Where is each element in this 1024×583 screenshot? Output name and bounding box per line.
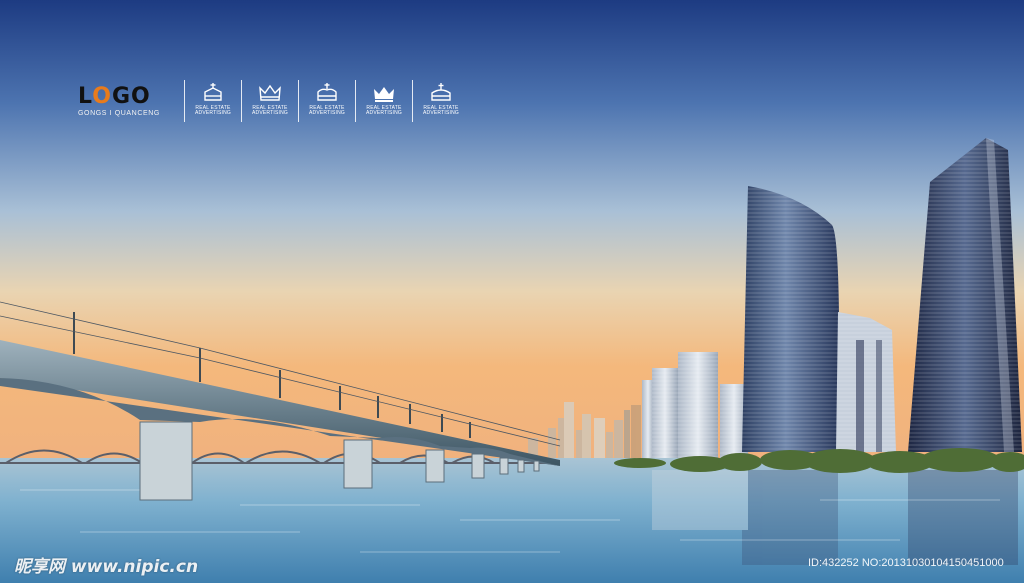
badge-item: REAL ESTATE ADVERTISING bbox=[298, 80, 355, 122]
site-watermark: 昵享网 www.nipic.cn bbox=[14, 557, 199, 577]
logo-accent-letter: O bbox=[92, 84, 112, 109]
brand-logo: LOGO GONGS I QUANCENG bbox=[78, 86, 160, 118]
badge-item: REAL ESTATE ADVERTISING bbox=[184, 80, 241, 122]
badge-item: REAL ESTATE ADVERTISING bbox=[355, 80, 412, 122]
logo-text: LOGO bbox=[78, 84, 151, 109]
logo-subtitle: GONGS I QUANCENG bbox=[78, 110, 160, 117]
striped-tower bbox=[836, 312, 896, 452]
id-watermark: ID:432252 NO:20131030104150451000 bbox=[808, 557, 1004, 569]
crown-icon bbox=[317, 83, 337, 101]
crown-icon bbox=[204, 83, 222, 101]
crown-icon bbox=[431, 83, 451, 101]
badge-line2: ADVERTISING bbox=[194, 110, 231, 116]
badge-line2: ADVERTISING bbox=[308, 110, 345, 116]
badge-item: REAL ESTATE ADVERTISING bbox=[412, 80, 469, 122]
badge-item: REAL ESTATE ADVERTISING bbox=[241, 80, 298, 122]
badge-row: REAL ESTATE ADVERTISING REAL ESTATE ADVE… bbox=[184, 80, 469, 122]
badge-line2: ADVERTISING bbox=[365, 110, 402, 116]
crown-icon bbox=[374, 87, 394, 102]
logo-title: LOGO bbox=[78, 86, 160, 108]
crown-icon bbox=[259, 84, 281, 101]
badge-line2: ADVERTISING bbox=[422, 110, 459, 116]
badge-line2: ADVERTISING bbox=[251, 110, 288, 116]
